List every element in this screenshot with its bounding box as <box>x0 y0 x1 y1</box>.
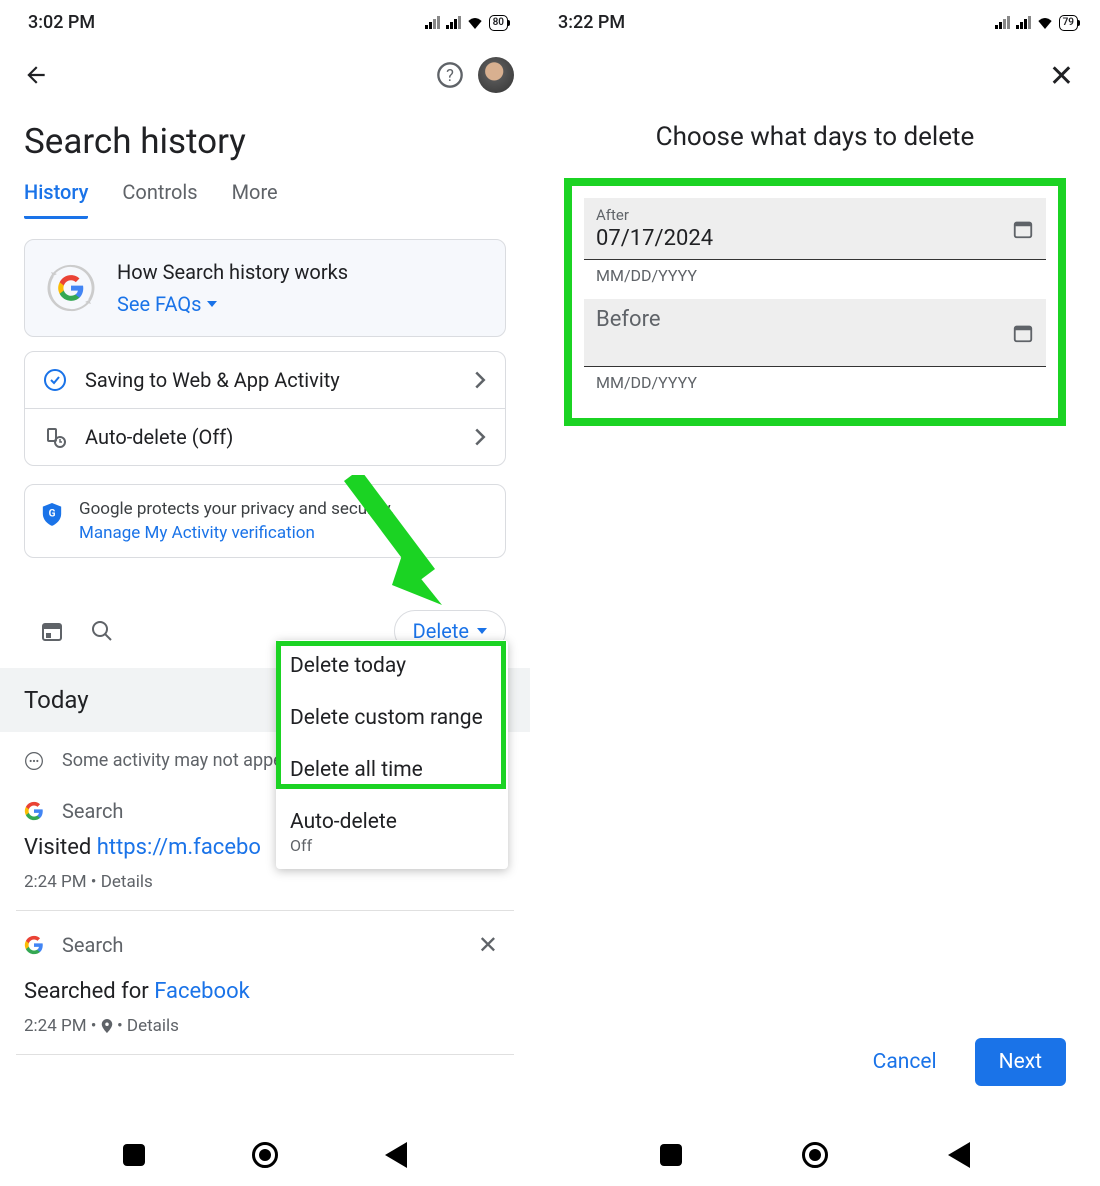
annotation-highlight-dates: After 07/17/2024 MM/DD/YYYY Before MM/DD… <box>564 178 1066 426</box>
field-value: 07/17/2024 <box>596 224 1034 253</box>
field-hint: MM/DD/YYYY <box>584 367 1046 406</box>
svg-text:G: G <box>49 509 56 520</box>
chevron-down-icon <box>477 628 487 634</box>
setting-label: Saving to Web & App Activity <box>85 368 455 392</box>
activity-link[interactable]: Facebook <box>154 979 250 1004</box>
delete-item-button[interactable]: ✕ <box>470 923 506 967</box>
tab-controls[interactable]: Controls <box>122 180 197 219</box>
wifi-icon <box>467 17 483 29</box>
svg-text:?: ? <box>446 66 454 85</box>
google-logo-icon <box>24 801 44 821</box>
info-title: How Search history works <box>117 260 348 284</box>
setting-auto-delete[interactable]: Auto-delete (Off) <box>25 409 505 465</box>
activity-link[interactable]: https://m.facebo <box>97 835 261 860</box>
close-button[interactable]: ✕ <box>1041 55 1082 98</box>
help-icon: ? <box>436 61 464 89</box>
dialog-buttons: Cancel Next <box>853 1038 1066 1086</box>
nav-bar <box>530 1132 1100 1178</box>
battery-icon: 79 <box>1059 15 1078 31</box>
status-time: 3:02 PM <box>28 12 95 33</box>
delete-popup-menu: Delete today Delete custom range Delete … <box>276 640 508 869</box>
wifi-icon <box>1037 17 1053 29</box>
privacy-card: G Google protects your privacy and secur… <box>24 484 506 558</box>
nav-bar <box>0 1132 530 1178</box>
calendar-icon <box>1012 218 1034 240</box>
signal-icon <box>425 16 440 29</box>
chevron-down-icon <box>207 301 217 307</box>
chevron-right-icon <box>473 427 487 447</box>
dialog-title: Choose what days to delete <box>530 104 1100 178</box>
chevron-right-icon <box>473 370 487 390</box>
battery-icon: 80 <box>489 15 508 31</box>
field-label: Before <box>596 307 1034 332</box>
activity-meta: 2:24 PM • Details <box>0 868 530 906</box>
field-value <box>596 332 1034 360</box>
settings-card: Saving to Web & App Activity Auto-delete… <box>24 351 506 466</box>
screen-choose-days: 3:22 PM 79 ✕ Choose what days to delete … <box>530 0 1100 1186</box>
info-card[interactable]: How Search history works See FAQs <box>24 239 506 337</box>
profile-avatar[interactable] <box>478 57 514 93</box>
refresh-google-icon <box>43 260 99 316</box>
info-text: How Search history works See FAQs <box>117 260 348 316</box>
see-faqs-link[interactable]: See FAQs <box>117 292 348 316</box>
nav-home-button[interactable] <box>802 1142 828 1168</box>
more-circle-icon <box>24 751 44 771</box>
tabs: History Controls More <box>0 180 530 219</box>
page-title: Search history <box>0 99 530 180</box>
privacy-text: Google protects your privacy and securit… <box>79 499 394 543</box>
status-bar: 3:22 PM 79 <box>530 0 1100 37</box>
status-bar: 3:02 PM 80 <box>0 0 530 37</box>
nav-home-button[interactable] <box>252 1142 278 1168</box>
setting-label: Auto-delete (Off) <box>85 425 455 449</box>
menu-delete-all-time[interactable]: Delete all time <box>276 744 508 796</box>
menu-auto-delete[interactable]: Auto-delete Off <box>276 796 508 869</box>
signal-icon-2 <box>446 16 461 29</box>
activity-title: Searched for Facebook <box>0 975 530 1012</box>
google-logo-icon <box>24 935 44 955</box>
activity-source-label: Search <box>62 799 123 823</box>
signal-icon <box>995 16 1010 29</box>
privacy-line: Google protects your privacy and securit… <box>79 499 394 519</box>
app-bar: ? <box>0 37 530 99</box>
location-pin-icon <box>101 1019 113 1033</box>
nav-recent-button[interactable] <box>123 1144 145 1166</box>
search-icon[interactable] <box>90 619 114 643</box>
checkmark-circle-icon <box>43 368 67 392</box>
cancel-button[interactable]: Cancel <box>853 1038 957 1086</box>
help-button[interactable]: ? <box>432 57 468 93</box>
after-date-field[interactable]: After 07/17/2024 <box>584 198 1046 260</box>
activity-item-searched[interactable]: Search ✕ Searched for Facebook 2:24 PM •… <box>0 915 530 1050</box>
nav-back-button[interactable] <box>385 1142 407 1168</box>
field-hint: MM/DD/YYYY <box>584 260 1046 299</box>
field-label: After <box>596 206 1034 224</box>
divider <box>16 1054 514 1055</box>
app-bar: ✕ <box>530 37 1100 104</box>
setting-web-app-activity[interactable]: Saving to Web & App Activity <box>25 352 505 409</box>
screen-search-history: 3:02 PM 80 ? Search history History Cont… <box>0 0 530 1186</box>
status-indicators: 79 <box>995 15 1078 31</box>
calendar-icon[interactable] <box>40 619 64 643</box>
signal-icon-2 <box>1016 16 1031 29</box>
auto-delete-icon <box>43 425 67 449</box>
menu-delete-custom-range[interactable]: Delete custom range <box>276 692 508 744</box>
manage-verification-link[interactable]: Manage My Activity verification <box>79 523 394 543</box>
before-date-field[interactable]: Before <box>584 299 1046 367</box>
calendar-icon <box>1012 322 1034 344</box>
nav-recent-button[interactable] <box>660 1144 682 1166</box>
menu-delete-today[interactable]: Delete today <box>276 640 508 692</box>
arrow-left-icon <box>23 62 49 88</box>
back-button[interactable] <box>18 57 54 93</box>
divider <box>16 910 514 911</box>
activity-source-label: Search <box>62 933 123 957</box>
next-button[interactable]: Next <box>975 1038 1066 1086</box>
tab-more[interactable]: More <box>232 180 278 219</box>
shield-icon: G <box>41 501 63 527</box>
status-time: 3:22 PM <box>558 12 625 33</box>
activity-meta: 2:24 PM • • Details <box>0 1012 530 1050</box>
tab-history[interactable]: History <box>24 180 88 219</box>
nav-back-button[interactable] <box>948 1142 970 1168</box>
status-indicators: 80 <box>425 15 508 31</box>
